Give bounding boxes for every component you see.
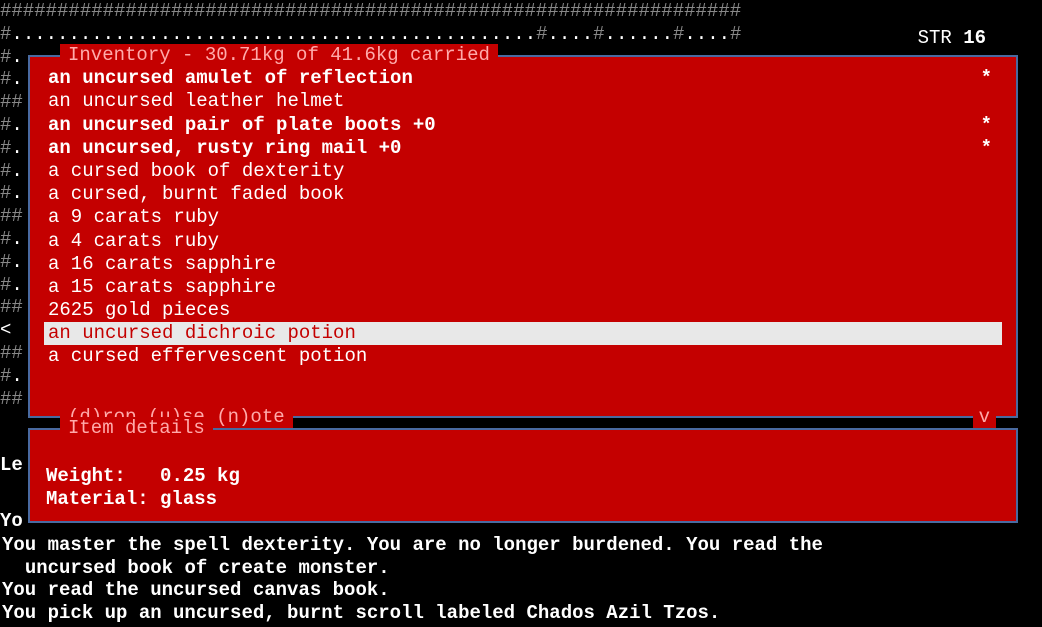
- game-screen: ########################################…: [0, 0, 1042, 627]
- item-details-popup: Item details Weight: 0.25 kg Material: g…: [28, 428, 1018, 523]
- inventory-item-text: an uncursed pair of plate boots +0: [48, 114, 436, 137]
- inventory-item-text: a cursed effervescent potion: [48, 345, 367, 368]
- inventory-item[interactable]: an uncursed leather helmet: [44, 90, 1002, 113]
- item-details-title: Item details: [60, 417, 213, 440]
- message-log: You master the spell dexterity. You are …: [0, 534, 1042, 627]
- inventory-item[interactable]: a cursed, burnt faded book: [44, 183, 1002, 206]
- inventory-popup[interactable]: Inventory - 30.71kg of 41.6kg carried an…: [28, 55, 1018, 418]
- message-fragment: Yo: [0, 510, 23, 533]
- stat-str-label: STR: [918, 27, 952, 49]
- inventory-item[interactable]: a 15 carats sapphire: [44, 276, 1002, 299]
- message-line: You pick up an uncursed, burnt scroll la…: [2, 602, 1040, 625]
- stat-str-value: 16: [963, 27, 986, 49]
- equipped-mark: *: [981, 114, 998, 137]
- inventory-item-text: a 15 carats sapphire: [48, 276, 276, 299]
- equipped-mark: *: [981, 137, 998, 160]
- inventory-item-text: a 4 carats ruby: [48, 230, 219, 253]
- inventory-item[interactable]: an uncursed, rusty ring mail +0 *: [44, 137, 1002, 160]
- inventory-list[interactable]: an uncursed amulet of reflection*an uncu…: [30, 57, 1016, 368]
- inventory-item[interactable]: a 16 carats sapphire: [44, 253, 1002, 276]
- scroll-down-indicator[interactable]: v: [973, 406, 996, 429]
- inventory-item-text: an uncursed amulet of reflection: [48, 67, 413, 90]
- inventory-item[interactable]: a cursed effervescent potion: [44, 345, 1002, 368]
- message-line: You read the uncursed canvas book.: [2, 579, 1040, 602]
- level-label-fragment: Le: [0, 454, 23, 477]
- inventory-item-text: a 9 carats ruby: [48, 206, 219, 229]
- inventory-item-text: an uncursed leather helmet: [48, 90, 344, 113]
- inventory-item-text: a cursed, burnt faded book: [48, 183, 344, 206]
- inventory-item[interactable]: an uncursed dichroic potion: [44, 322, 1002, 345]
- inventory-title: Inventory - 30.71kg of 41.6kg carried: [60, 44, 498, 67]
- detail-weight-label: Weight:: [46, 465, 126, 487]
- message-line: uncursed book of create monster.: [2, 557, 1040, 580]
- detail-material-label: Material:: [46, 488, 149, 510]
- inventory-item[interactable]: an uncursed amulet of reflection *: [44, 67, 1002, 90]
- inventory-item-text: an uncursed dichroic potion: [48, 322, 356, 345]
- inventory-item[interactable]: 2625 gold pieces: [44, 299, 1002, 322]
- inventory-item-text: an uncursed, rusty ring mail +0: [48, 137, 401, 160]
- equipped-mark: *: [981, 67, 998, 90]
- inventory-item[interactable]: a 9 carats ruby: [44, 206, 1002, 229]
- inventory-item[interactable]: a 4 carats ruby: [44, 229, 1002, 252]
- inventory-item-text: 2625 gold pieces: [48, 299, 230, 322]
- message-line: You master the spell dexterity. You are …: [2, 534, 1040, 557]
- inventory-item-text: a cursed book of dexterity: [48, 160, 344, 183]
- detail-weight-value: 0.25 kg: [160, 465, 240, 487]
- inventory-item[interactable]: an uncursed pair of plate boots +0 *: [44, 113, 1002, 136]
- inventory-item-text: a 16 carats sapphire: [48, 253, 276, 276]
- inventory-item[interactable]: a cursed book of dexterity: [44, 160, 1002, 183]
- detail-material-value: glass: [160, 488, 217, 510]
